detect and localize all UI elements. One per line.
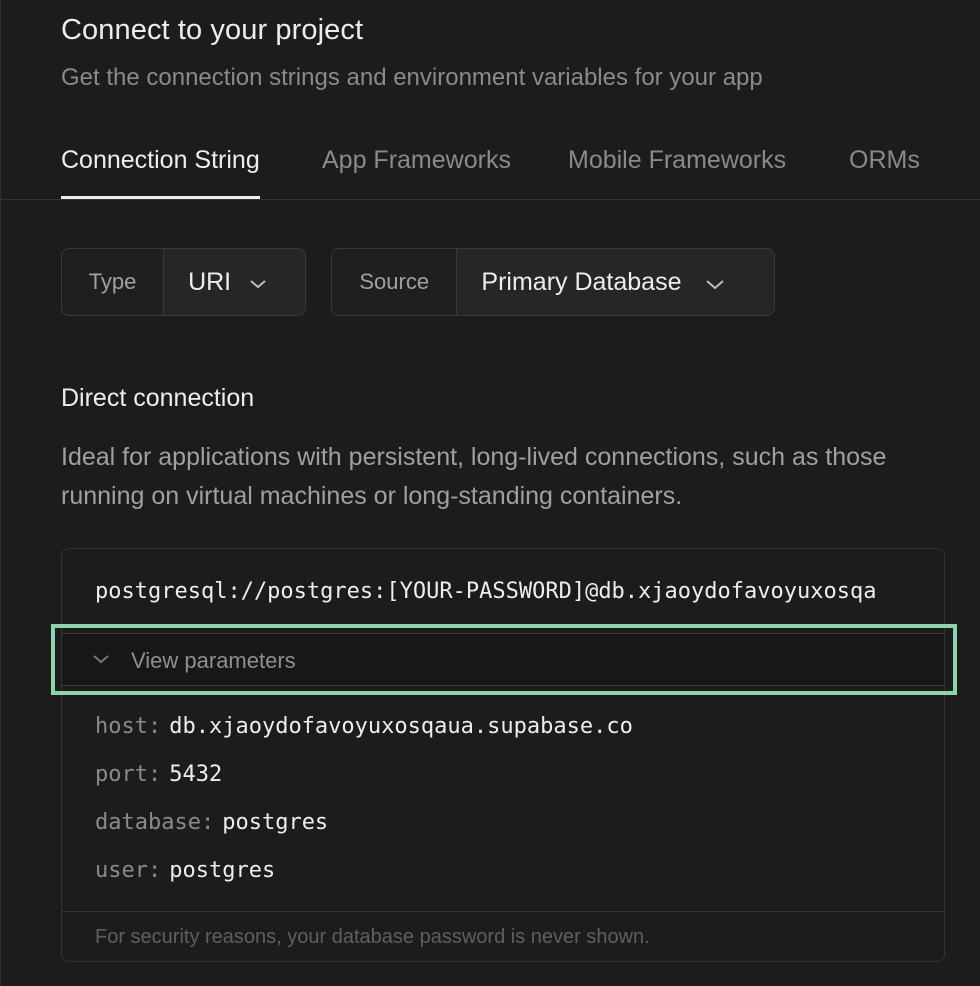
param-host: host: db.xjaoydofavoyuxosqaua.supabase.co: [95, 714, 633, 739]
chevron-down-icon: [249, 268, 267, 297]
source-dropdown[interactable]: Primary Database: [457, 249, 774, 315]
page-subtitle: Get the connection strings and environme…: [61, 64, 763, 91]
param-port: port: 5432: [95, 762, 222, 787]
source-selector: Source Primary Database: [331, 248, 775, 316]
chevron-down-icon: [705, 268, 725, 297]
direct-connection-title: Direct connection: [61, 384, 255, 412]
connect-panel: Connect to your project Get the connecti…: [0, 0, 980, 986]
tab-bar: Connection String App Frameworks Mobile …: [1, 140, 980, 200]
param-value[interactable]: postgres: [222, 810, 328, 835]
type-dropdown[interactable]: URI: [164, 249, 305, 315]
tab-orms[interactable]: ORMs: [849, 146, 920, 198]
chevron-down-icon: [92, 652, 110, 670]
param-key: port:: [95, 762, 162, 787]
direct-connection-description: Ideal for applications with persistent, …: [61, 443, 887, 510]
connection-string[interactable]: postgresql://postgres:[YOUR-PASSWORD]@db…: [95, 579, 876, 604]
page-title: Connect to your project: [61, 14, 364, 46]
type-selector: Type URI: [61, 248, 306, 316]
connection-code-box: postgresql://postgres:[YOUR-PASSWORD]@db…: [61, 548, 945, 962]
security-note-text: For security reasons, your database pass…: [95, 926, 650, 948]
param-value[interactable]: postgres: [169, 858, 275, 883]
source-value: Primary Database: [481, 267, 682, 296]
type-value: URI: [188, 267, 232, 296]
param-database: database: postgres: [95, 810, 328, 835]
param-key: database:: [95, 810, 215, 835]
tab-app-frameworks[interactable]: App Frameworks: [322, 146, 511, 198]
security-note: For security reasons, your database pass…: [62, 911, 944, 961]
view-parameters-label: View parameters: [131, 648, 296, 673]
tab-mobile-frameworks[interactable]: Mobile Frameworks: [568, 146, 786, 198]
type-label: Type: [62, 249, 165, 315]
param-user: user: postgres: [95, 858, 275, 883]
param-value[interactable]: db.xjaoydofavoyuxosqaua.supabase.co: [169, 714, 633, 739]
view-parameters-toggle[interactable]: View parameters: [62, 633, 944, 686]
source-label: Source: [332, 249, 458, 315]
param-key: host:: [95, 714, 162, 739]
tab-connection-string[interactable]: Connection String: [61, 146, 260, 199]
param-value[interactable]: 5432: [169, 762, 222, 787]
param-key: user:: [95, 858, 162, 883]
